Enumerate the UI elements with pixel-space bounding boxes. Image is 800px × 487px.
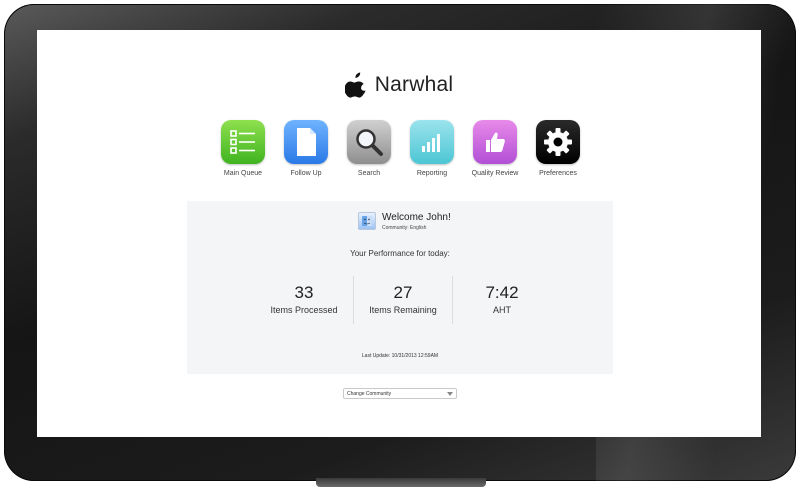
app-preferences[interactable]: Preferences — [526, 120, 590, 180]
app-search[interactable]: Search — [337, 120, 401, 180]
stat-value: 33 — [294, 283, 314, 302]
screen: Narwhal Main Queue Follow Up Search Repo… — [37, 30, 761, 437]
thumbs-up-icon — [486, 132, 505, 152]
document-icon — [297, 128, 316, 156]
stat-aht: 7:42 AHT — [452, 276, 551, 324]
preferences-tile[interactable] — [536, 120, 580, 164]
stat-items-processed: 33 Items Processed — [255, 276, 353, 324]
follow-up-tile[interactable] — [284, 120, 328, 164]
finder-face-icon — [362, 216, 372, 226]
monitor-stand — [316, 478, 486, 487]
stat-items-remaining: 27 Items Remaining — [353, 276, 452, 324]
app-label: Quality Review — [471, 170, 519, 177]
app-label: Main Queue — [223, 170, 263, 177]
main-queue-tile[interactable] — [221, 120, 265, 164]
magnifier-icon — [356, 129, 383, 156]
avatar — [358, 212, 376, 230]
app-label: Search — [357, 170, 381, 177]
app-reporting[interactable]: Reporting — [400, 120, 464, 180]
brand-header: Narwhal — [37, 70, 761, 100]
stat-label: Items Remaining — [369, 305, 437, 315]
performance-panel: Welcome John! Community: English Your Pe… — [187, 201, 613, 374]
quality-review-tile[interactable] — [473, 120, 517, 164]
app-launcher: Main Queue Follow Up Search Reporting Qu… — [207, 120, 597, 180]
app-title: Narwhal — [374, 73, 454, 96]
gear-icon — [544, 128, 572, 156]
welcome-block: Welcome John! Community: English — [358, 210, 558, 232]
change-community-select[interactable]: Change Community — [343, 388, 457, 399]
select-value: Change Community — [347, 390, 392, 397]
performance-stats: 33 Items Processed 27 Items Remaining 7:… — [255, 276, 551, 324]
bar-chart-icon — [422, 134, 440, 152]
apple-logo-icon — [344, 72, 366, 98]
app-main-queue[interactable]: Main Queue — [211, 120, 275, 180]
reporting-tile[interactable] — [410, 120, 454, 164]
stat-label: AHT — [493, 305, 511, 315]
app-follow-up[interactable]: Follow Up — [274, 120, 338, 180]
stat-label: Items Processed — [270, 305, 338, 315]
stat-value: 7:42 — [485, 283, 519, 302]
chevron-down-icon — [447, 391, 453, 396]
performance-heading: Your Performance for today: — [350, 249, 450, 258]
app-quality-review[interactable]: Quality Review — [463, 120, 527, 180]
list-icon — [230, 130, 255, 154]
community-label: Community: English — [382, 224, 427, 231]
last-update: Last Update: 10/31/2013 12:59AM — [361, 353, 439, 359]
search-tile[interactable] — [347, 120, 391, 164]
app-label: Reporting — [416, 170, 448, 177]
app-label: Preferences — [539, 170, 577, 177]
app-label: Follow Up — [290, 170, 322, 177]
stat-value: 27 — [393, 283, 413, 302]
welcome-title: Welcome John! — [382, 211, 451, 223]
